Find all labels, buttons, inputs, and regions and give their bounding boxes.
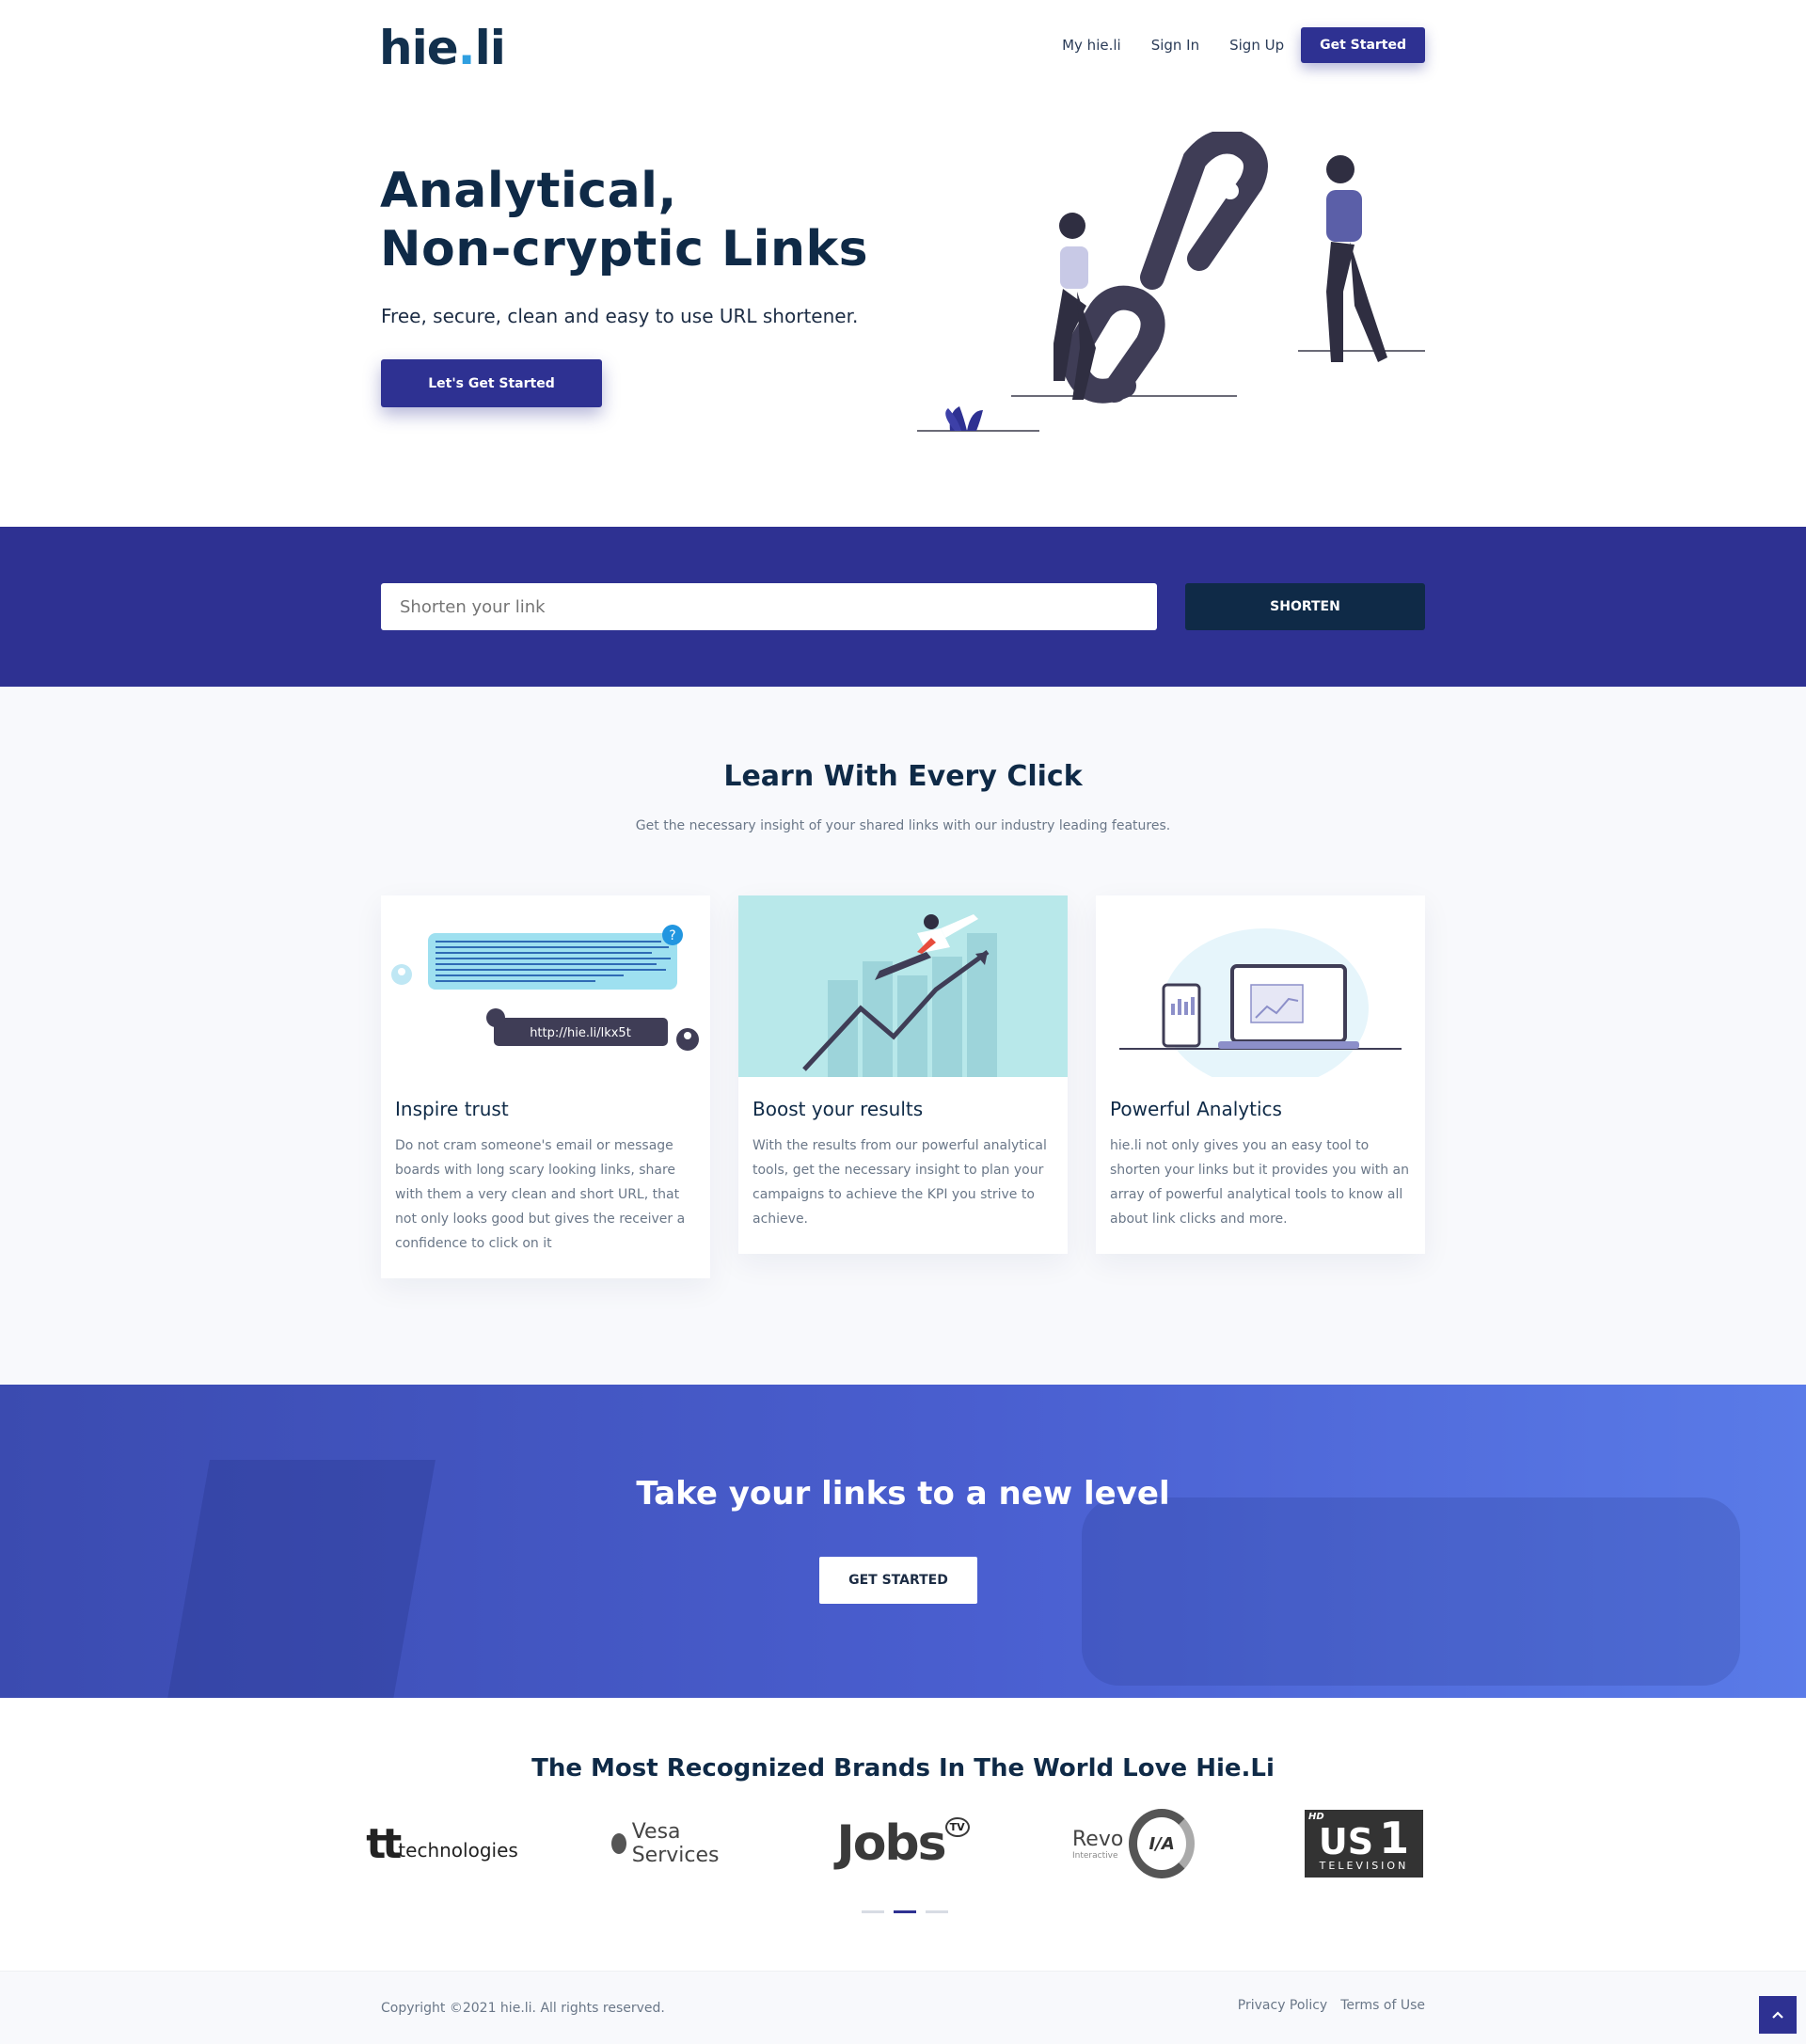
card-title: Powerful Analytics [1110, 1098, 1282, 1120]
scroll-to-top-button[interactable] [1759, 1996, 1797, 2034]
terms-of-use-link[interactable]: Terms of Use [1340, 1998, 1425, 2013]
card-title: Inspire trust [395, 1098, 509, 1120]
footer [0, 1971, 1806, 2044]
feature-card-boost-results: Boost your results With the results from… [738, 895, 1068, 1254]
lets-get-started-button[interactable]: Let's Get Started [381, 359, 602, 407]
short-url-text: http://hie.li/lkx5t [530, 1026, 631, 1040]
features-subtitle: Get the necessary insight of your shared… [635, 818, 1171, 833]
privacy-policy-link[interactable]: Privacy Policy [1238, 1998, 1327, 2013]
features-title: Learn With Every Click [723, 760, 1083, 793]
feature-card-powerful-analytics: Powerful Analytics hie.li not only gives… [1096, 895, 1425, 1254]
brands-carousel: tt technologies Vesa Services Jobs TV Re… [366, 1797, 1425, 1891]
chevron-up-icon [1772, 2011, 1783, 2019]
get-started-button[interactable]: Get Started [1301, 27, 1425, 63]
carousel-dot[interactable] [926, 1910, 948, 1913]
svg-text:?: ? [669, 928, 675, 943]
feature-card-inspire-trust: ? http://hie.li/lkx5t Inspire trust Do n… [381, 895, 710, 1278]
hero-illustration [917, 132, 1425, 432]
brand-logo-us1-television: HD US 1 TELEVISION [1303, 1801, 1425, 1886]
shorten-link-input[interactable] [381, 583, 1157, 630]
cta-title: Take your links to a new level [636, 1475, 1170, 1513]
card-text: hie.li not only gives you an easy tool t… [1110, 1138, 1409, 1227]
nav-sign-in[interactable]: Sign In [1151, 37, 1199, 54]
copyright: Copyright ©2021 hie.li. All rights reser… [381, 2001, 665, 2016]
nav-my-hieli[interactable]: My hie.li [1062, 37, 1121, 54]
footer-links: Privacy Policy Terms of Use [1238, 1998, 1425, 2013]
carousel-dots [862, 1910, 948, 1913]
hero-title: Analytical, Non-cryptic Links [380, 163, 869, 277]
brand-logo-tt-technologies: tt technologies [366, 1819, 518, 1868]
brand-logo-jobs-tv: Jobs TV [836, 1801, 970, 1886]
carousel-dot[interactable] [862, 1910, 884, 1913]
brand-logo-revo-interactive: Revo Interactive I/A [1072, 1801, 1195, 1886]
nav-sign-up[interactable]: Sign Up [1229, 37, 1284, 54]
cta-band [0, 1385, 1806, 1698]
carousel-dot-active[interactable] [894, 1910, 916, 1913]
card-text: Do not cram someone's email or message b… [395, 1138, 686, 1251]
boost-results-image [738, 895, 1068, 1077]
card-title: Boost your results [752, 1098, 924, 1120]
shorten-button[interactable]: SHORTEN [1185, 583, 1425, 630]
logo[interactable]: hie.li [379, 21, 506, 75]
brands-title: The Most Recognized Brands In The World … [531, 1754, 1275, 1783]
brand-logo-vesa-services: Vesa Services [611, 1801, 734, 1886]
powerful-analytics-image [1096, 895, 1425, 1077]
card-text: With the results from our powerful analy… [752, 1138, 1047, 1227]
main-nav: My hie.li Sign In Sign Up Get Started [1032, 27, 1425, 63]
inspire-trust-image: ? http://hie.li/lkx5t [381, 895, 710, 1077]
hero-subtitle: Free, secure, clean and easy to use URL … [381, 305, 859, 327]
cta-get-started-button[interactable]: GET STARTED [819, 1557, 977, 1604]
